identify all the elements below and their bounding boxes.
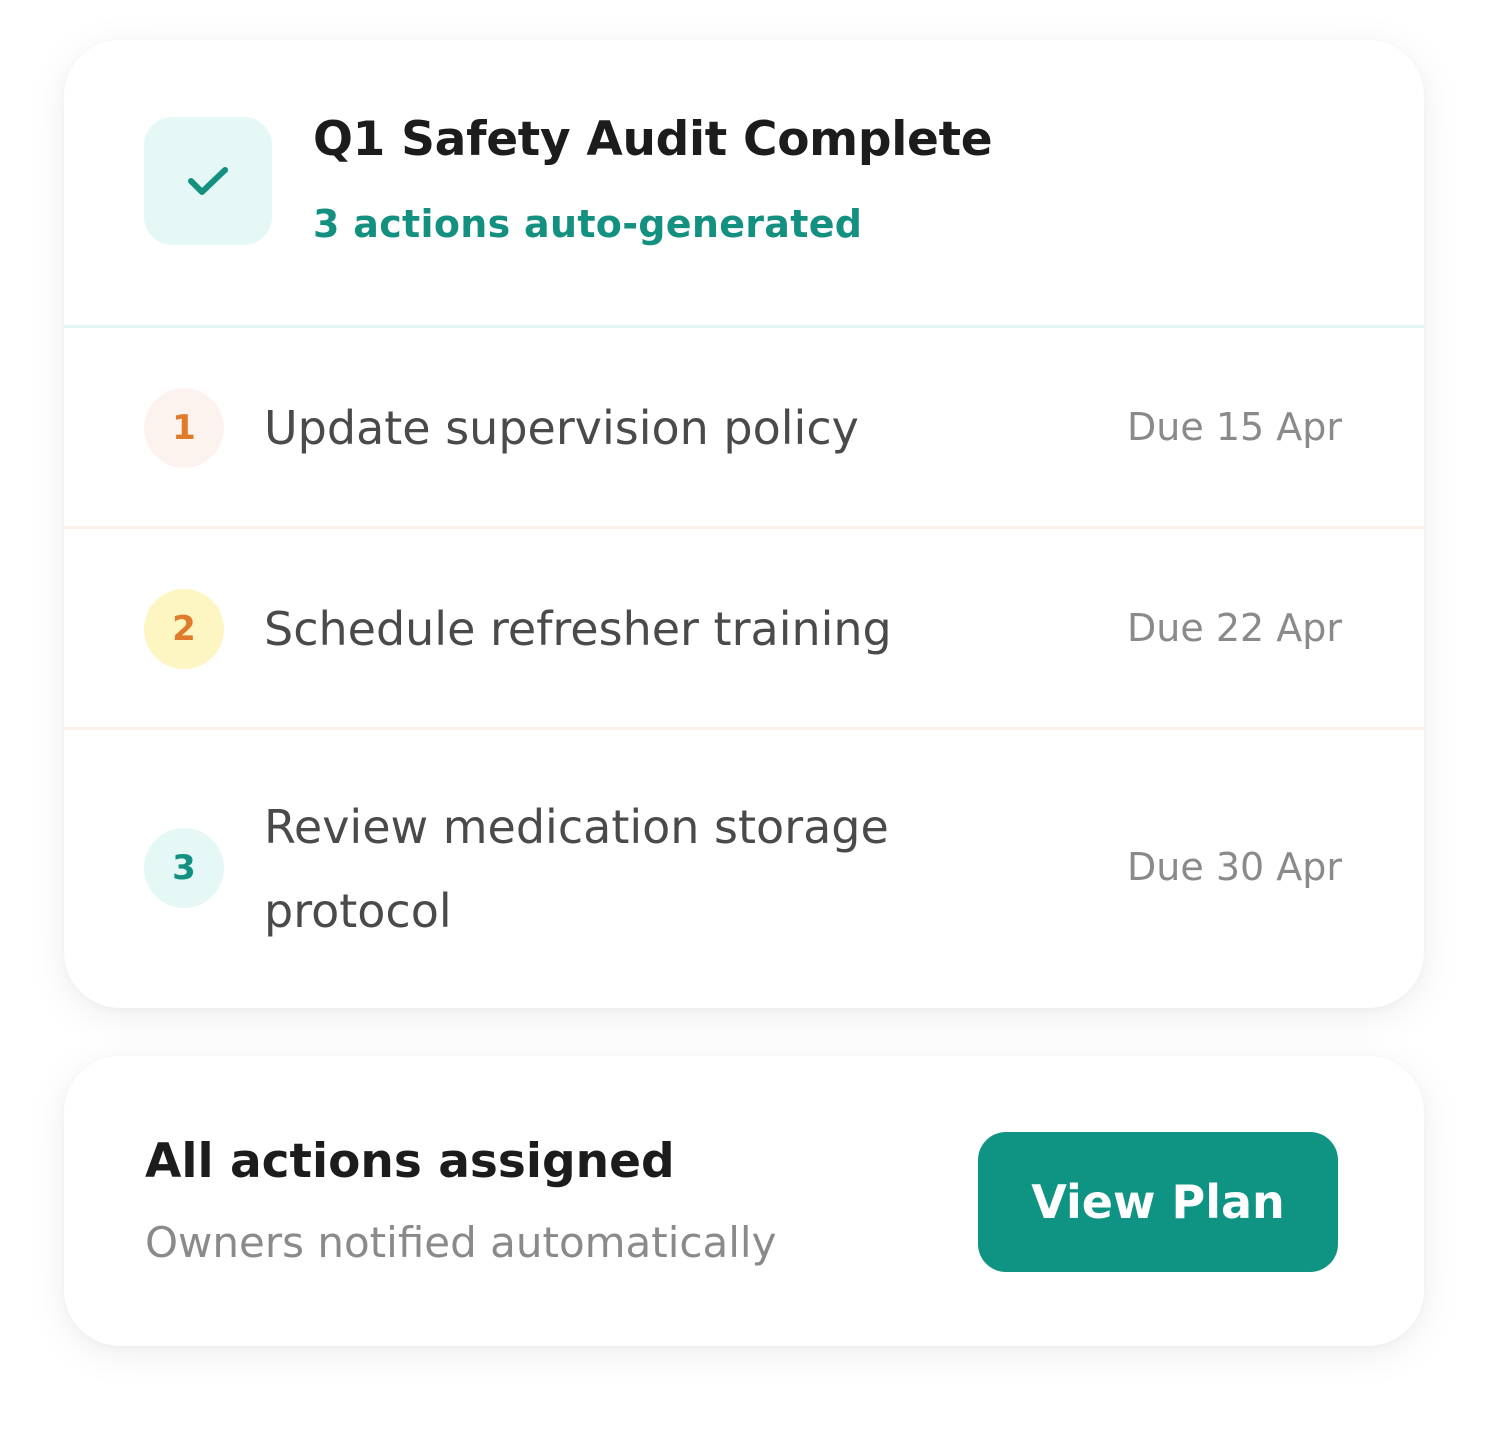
action-number-badge: 2 (144, 589, 224, 669)
page-title: Q1 Safety Audit Complete (313, 112, 993, 167)
action-label: Schedule refresher training (264, 602, 892, 656)
action-label: Update supervision policy (264, 401, 859, 455)
summary-subtitle: Owners notified automatically (145, 1218, 777, 1267)
actions-count-subtitle: 3 actions auto-generated (313, 202, 863, 246)
action-row-3[interactable]: 3 Review medication storage protocol Due… (64, 730, 1424, 1008)
action-number-badge: 3 (144, 828, 224, 908)
action-label-line-2: protocol (264, 884, 452, 938)
view-plan-button[interactable]: View Plan (978, 1132, 1338, 1272)
action-row-2[interactable]: 2 Schedule refresher training Due 22 Apr (64, 529, 1424, 729)
action-due-date: Due 22 Apr (1127, 606, 1342, 650)
check-icon (144, 117, 272, 245)
assignment-summary-card: All actions assigned Owners notified aut… (64, 1056, 1424, 1346)
action-due-date: Due 30 Apr (1127, 845, 1342, 889)
action-number-badge: 1 (144, 388, 224, 468)
action-label-line-1: Review medication storage (264, 800, 889, 854)
audit-card: Q1 Safety Audit Complete 3 actions auto-… (64, 40, 1424, 1008)
action-due-date: Due 15 Apr (1127, 405, 1342, 449)
action-row-1[interactable]: 1 Update supervision policy Due 15 Apr (64, 328, 1424, 528)
audit-header: Q1 Safety Audit Complete 3 actions auto-… (64, 40, 1424, 328)
summary-title: All actions assigned (145, 1134, 675, 1189)
